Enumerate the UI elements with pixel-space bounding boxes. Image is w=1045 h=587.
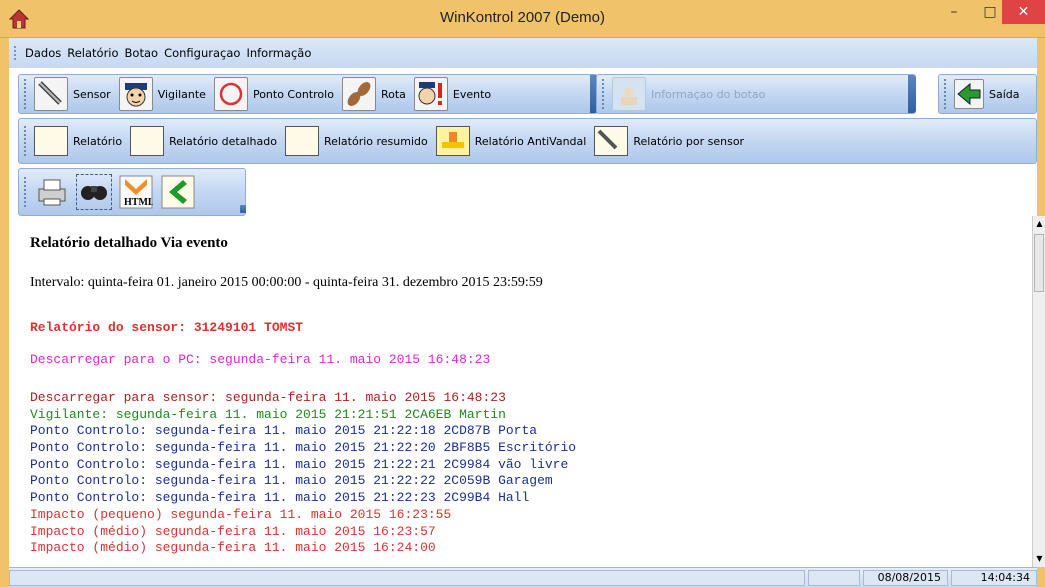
maximize-button[interactable]: □: [976, 0, 1004, 24]
sensor-report-icon: [594, 126, 629, 156]
close-button[interactable]: ✕: [1002, 0, 1045, 24]
main-toolbar: Sensor Vigilante Ponto Controlo Rota Eve…: [18, 74, 598, 114]
menu-dados[interactable]: Dados: [25, 46, 61, 60]
vertical-scrollbar[interactable]: ▲ ▼: [1032, 216, 1045, 567]
ponto-controlo-button[interactable]: Ponto Controlo: [213, 76, 334, 112]
toolbar-grip[interactable]: [24, 79, 28, 109]
relatorio-detalhado-button[interactable]: Relatório detalhado: [130, 122, 277, 160]
event-log-line: Ponto Controlo: segunda-feira 11. maio 2…: [30, 490, 530, 506]
menu-bar: Dados Relatório Botao Configuraçao Infor…: [9, 38, 1037, 68]
summary-report-icon: [284, 126, 319, 156]
ponto-controlo-label: Ponto Controlo: [252, 87, 334, 101]
menu-relatorio[interactable]: Relatório: [67, 46, 118, 60]
info-toolbar: Informaçao do botao: [596, 74, 916, 114]
evento-button[interactable]: Evento: [413, 76, 492, 112]
informacao-botao-label: Informaçao do botao: [651, 87, 766, 101]
evento-label: Evento: [452, 87, 492, 101]
toolbar-grip[interactable]: [24, 126, 28, 156]
print-icon[interactable]: [34, 174, 70, 210]
relatorio-detalhado-label: Relatório detalhado: [169, 134, 277, 148]
title-bar: WinKontrol 2007 (Demo) – □ ✕: [0, 0, 1045, 38]
status-date: 08/08/2015: [863, 570, 948, 586]
status-panel: [808, 570, 860, 586]
event-log-line: Descarregar para sensor: segunda-feira 1…: [30, 390, 506, 405]
rota-button[interactable]: Rota: [341, 76, 406, 112]
tools-toolbar: HTML: [18, 168, 246, 216]
status-bar: 08/08/2015 14:04:34: [9, 567, 1037, 587]
relatorio-resumido-button[interactable]: Relatório resumido: [284, 122, 428, 160]
relatorio-por-sensor-button[interactable]: Relatório por sensor: [594, 122, 744, 160]
relatorio-resumido-label: Relatório resumido: [323, 134, 428, 148]
scroll-up-icon[interactable]: ▲: [1033, 216, 1045, 232]
exit-toolbar: Saída: [938, 74, 1037, 114]
download-pc-line: Descarregar para o PC: segunda-feira 11.…: [30, 352, 491, 367]
event-log-line: Impacto (médio) segunda-feira 11. maio 2…: [30, 540, 436, 556]
event-log: Descarregar para sensor: segunda-feira 1…: [30, 390, 576, 557]
minimize-button[interactable]: –: [940, 0, 968, 24]
scroll-down-icon[interactable]: ▼: [1033, 551, 1045, 567]
vigilante-label: Vigilante: [157, 87, 206, 101]
status-message: [9, 570, 805, 586]
event-log-line: Vigilante: segunda-feira 11. maio 2015 2…: [30, 406, 506, 422]
event-icon: [413, 77, 448, 111]
informacao-botao-button[interactable]: Informaçao do botao: [612, 76, 765, 112]
toolbar-grip[interactable]: [24, 177, 28, 207]
relatorio-por-sensor-label: Relatório por sensor: [633, 134, 745, 148]
exit-icon: [954, 79, 984, 109]
button-info-icon: [612, 77, 646, 111]
sensor-icon: [34, 77, 68, 111]
checkpoint-icon: [213, 77, 248, 111]
report-icon: [34, 126, 68, 156]
detailed-report-icon: [130, 126, 165, 156]
report-heading: Relatório detalhado Via evento: [30, 235, 228, 251]
toolbar-overflow-button[interactable]: [908, 75, 916, 113]
rota-label: Rota: [380, 87, 406, 101]
event-log-line: Ponto Controlo: segunda-feira 11. maio 2…: [30, 456, 569, 472]
event-log-line: Impacto (médio) segunda-feira 11. maio 2…: [30, 523, 436, 539]
relatorio-antivandal-label: Relatório AntiVandal: [474, 134, 587, 148]
window-frame-left: [0, 38, 9, 587]
sensor-report-line: Relatório do sensor: 31249101 TOMST: [30, 320, 304, 335]
saida-button[interactable]: Saída: [954, 76, 1020, 112]
sensor-label: Sensor: [73, 87, 111, 101]
reports-toolbar: Relatório Relatório detalhado Relatório …: [18, 118, 1037, 164]
event-log-line: Ponto Controlo: segunda-feira 11. maio 2…: [30, 423, 538, 439]
event-log-line: Impacto (pequeno) segunda-feira 11. maio…: [30, 506, 452, 522]
back-icon[interactable]: [160, 174, 196, 210]
event-log-line: Ponto Controlo: segunda-feira 11. maio 2…: [30, 473, 553, 489]
window-title: WinKontrol 2007 (Demo): [439, 9, 606, 26]
antivandal-report-icon: [435, 126, 470, 156]
status-time: 14:04:34: [951, 570, 1037, 586]
svg-text:HTML: HTML: [124, 197, 153, 208]
menu-configuracao[interactable]: Configuraçao: [164, 46, 240, 60]
event-log-line: Ponto Controlo: segunda-feira 11. maio 2…: [30, 440, 577, 456]
menu-grip[interactable]: [14, 46, 17, 60]
toolbar-grip[interactable]: [602, 79, 606, 109]
menu-botao[interactable]: Botao: [125, 46, 159, 60]
relatorio-label: Relatório: [73, 134, 123, 148]
toolbar-overflow-button[interactable]: [240, 205, 246, 213]
route-icon: [341, 77, 376, 111]
report-interval: Intervalo: quinta-feira 01. janeiro 2015…: [30, 275, 543, 290]
guard-icon: [118, 77, 153, 111]
scroll-thumb[interactable]: [1034, 234, 1044, 292]
relatorio-antivandal-button[interactable]: Relatório AntiVandal: [435, 122, 587, 160]
html-export-icon[interactable]: HTML: [118, 174, 154, 210]
find-icon[interactable]: [76, 174, 112, 210]
report-view: Relatório detalhado Via evento Intervalo…: [18, 216, 1032, 567]
saida-label: Saída: [989, 87, 1020, 101]
sensor-button[interactable]: Sensor: [34, 76, 111, 112]
vigilante-button[interactable]: Vigilante: [118, 76, 206, 112]
menu-informacao[interactable]: Informação: [246, 46, 311, 60]
toolbar-grip[interactable]: [944, 79, 948, 109]
relatorio-button[interactable]: Relatório: [34, 122, 122, 160]
